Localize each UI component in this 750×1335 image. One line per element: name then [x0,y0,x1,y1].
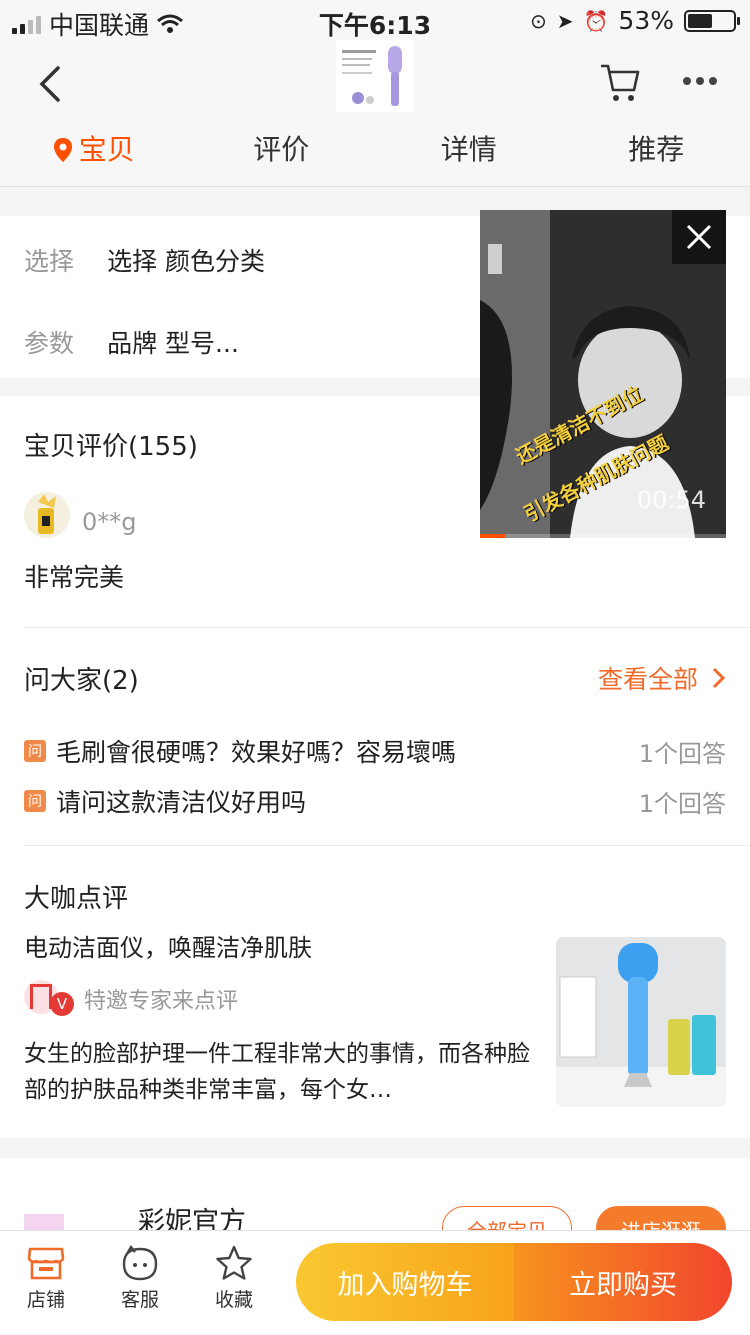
tab-label: 评价 [253,133,309,166]
close-video-button[interactable] [672,210,726,264]
qa-answer-count: 1个回答 [639,784,726,819]
location-pin-icon [53,137,73,163]
tab-label: 宝贝 [79,133,135,166]
customer-service-button[interactable]: 客服 [100,1241,180,1312]
choose-row[interactable]: 选择 选择 颜色分类 [24,242,265,278]
video-progress-fill [480,534,505,538]
choose-value: 选择 颜色分类 [107,247,265,276]
location-icon: ➤ [557,9,574,33]
choose-label: 选择 [24,247,74,276]
expert-headline[interactable]: 电动洁面仪，唤醒洁净肌肤 [24,928,312,963]
favorite-label: 收藏 [194,1285,274,1312]
question-icon: 问 [24,790,46,812]
tab-baobei[interactable]: 宝贝 [0,130,188,180]
store-icon [27,1245,65,1281]
qa-item[interactable]: 问 请问这款清洁仪好用吗 1个回答 [24,783,726,819]
review-content: 非常完美 [24,558,124,594]
video-player[interactable]: 还是清洁不到位 引发各种肌肤问题 00:54 [480,210,726,538]
back-icon[interactable] [36,64,64,104]
service-icon [121,1244,159,1282]
qa-title: 问大家(2) [24,660,139,697]
rotation-lock-icon: ⊙ [530,9,547,33]
video-duration: 00:54 [637,486,706,514]
alarm-icon: ⏰ [584,9,609,33]
view-all-link[interactable]: 查看全部 [598,660,726,696]
video-progress-track [480,534,726,538]
favorite-button[interactable]: 收藏 [194,1241,274,1312]
avatar [24,492,70,538]
params-row[interactable]: 参数 品牌 型号... [24,324,239,360]
params-label: 参数 [24,329,74,358]
expert-invite-label: 特邀专家来点评 [84,983,238,1015]
expert-badge-icon: V [24,980,74,1018]
tab-details[interactable]: 详情 [375,130,563,180]
params-value: 品牌 型号... [107,329,239,358]
qa-question: 请问这款清洁仪好用吗 [56,783,306,819]
product-thumbnail[interactable] [336,40,414,112]
shop-card: 彩妮官方 全部宝贝 进店逛逛 [0,1158,750,1238]
nav-bar: 宝贝 评价 详情 推荐 [0,40,750,187]
expert-image[interactable] [556,937,726,1107]
tab-label: 推荐 [628,133,684,166]
qa-answer-count: 1个回答 [639,734,726,769]
tab-bar: 宝贝 评价 详情 推荐 [0,130,750,180]
bottom-bar: 店铺 客服 收藏 加入购物车 立即购买 [0,1230,750,1335]
service-label: 客服 [100,1285,180,1312]
store-label: 店铺 [6,1285,86,1312]
tab-recommend[interactable]: 推荐 [563,130,750,180]
close-icon [686,224,712,250]
cart-icon[interactable] [598,60,642,104]
star-icon [215,1244,253,1282]
tab-label: 详情 [441,133,497,166]
chevron-right-icon [712,667,726,689]
divider [24,845,750,846]
expert-title: 大咖点评 [24,878,128,915]
reviews-title[interactable]: 宝贝评价(155) [24,426,198,463]
buy-now-button[interactable]: 立即购买 [514,1243,732,1321]
question-icon: 问 [24,740,46,762]
more-icon[interactable] [682,76,718,86]
add-to-cart-button[interactable]: 加入购物车 [296,1243,514,1321]
battery-percent: 53% [618,6,674,35]
view-all-label: 查看全部 [598,660,698,696]
tab-reviews[interactable]: 评价 [188,130,376,180]
expert-body: 女生的脸部护理一件工程非常大的事情，而各种脸部的护肤品种类非常丰富，每个女… [24,1036,534,1108]
store-button[interactable]: 店铺 [6,1241,86,1312]
status-bar: 中国联通 下午6:13 ⊙ ➤ ⏰ 53% [0,0,750,40]
divider [24,627,750,628]
battery-icon [684,10,736,32]
review-username: 0**g [82,508,137,536]
qa-question: 毛刷會很硬嗎？效果好嗎？容易壞嗎 [56,733,456,769]
expert-invite: V 特邀专家来点评 [24,980,238,1018]
qa-item[interactable]: 问 毛刷會很硬嗎？效果好嗎？容易壞嗎 1个回答 [24,733,726,769]
